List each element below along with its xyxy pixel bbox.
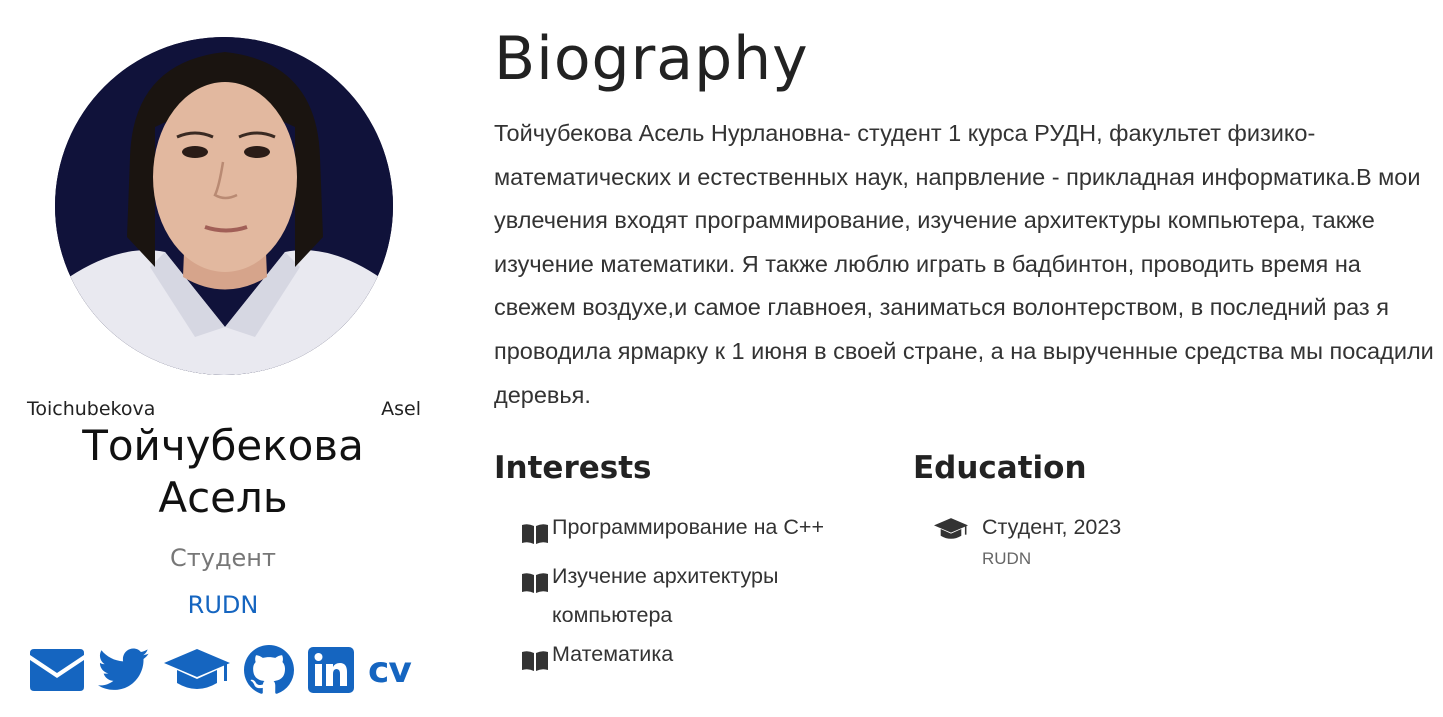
avatar [55,37,393,375]
interest-label: Изучение архитектуры компьютера [552,564,779,627]
graduation-cap-icon [934,508,982,545]
book-icon [522,635,552,684]
portrait-last-name: Asel [381,398,421,420]
portrait-first-name: Toichubekova [27,398,156,420]
github-link[interactable] [244,645,294,695]
book-icon [522,508,552,557]
profile-role: Студент [170,544,276,572]
interest-label: Программирование на C++ [552,515,825,539]
linkedin-link[interactable] [308,647,354,693]
education-title: Education [913,450,1087,486]
email-link[interactable] [30,649,84,691]
social-links: cv [30,645,412,695]
avatar-photo [55,37,393,375]
book-icon [522,557,552,606]
graduation-cap-icon [164,649,230,689]
profile-name-line2: Асель [158,473,288,522]
education-details: Студент, 2023 RUDN [982,508,1121,569]
twitter-icon [98,648,150,690]
education-item: Студент, 2023 RUDN [934,508,1121,569]
scholar-link[interactable] [164,647,230,693]
profile-name-line1: Тойчубекова [82,421,364,470]
interest-label: Математика [552,642,674,666]
interests-list: Программирование на C++ Изучение архитек… [522,508,882,684]
cv-link[interactable]: cv [368,649,412,691]
list-item: Математика [522,635,882,684]
twitter-link[interactable] [98,648,150,692]
list-item: Изучение архитектуры компьютера [522,557,882,635]
envelope-icon [30,649,84,691]
biography-title: Biography [494,24,809,94]
cv-icon: cv [368,649,412,691]
profile-card: Toichubekova Asel Тойчубекова Асель Студ… [0,0,446,717]
linkedin-icon [308,647,354,693]
list-item: Программирование на C++ [522,508,882,557]
profile-organization[interactable]: RUDN [0,591,446,619]
education-degree: Студент, 2023 [982,515,1122,539]
biography-text: Тойчубекова Асель Нурлановна- студент 1 … [494,120,1434,408]
profile-name: Тойчубекова Асель [0,420,446,524]
education-institution: RUDN [982,549,1032,568]
interests-title: Interests [494,450,652,486]
education-list: Студент, 2023 RUDN [934,508,1121,569]
portrait-caption: Toichubekova Asel [27,398,421,420]
github-icon [244,645,294,694]
